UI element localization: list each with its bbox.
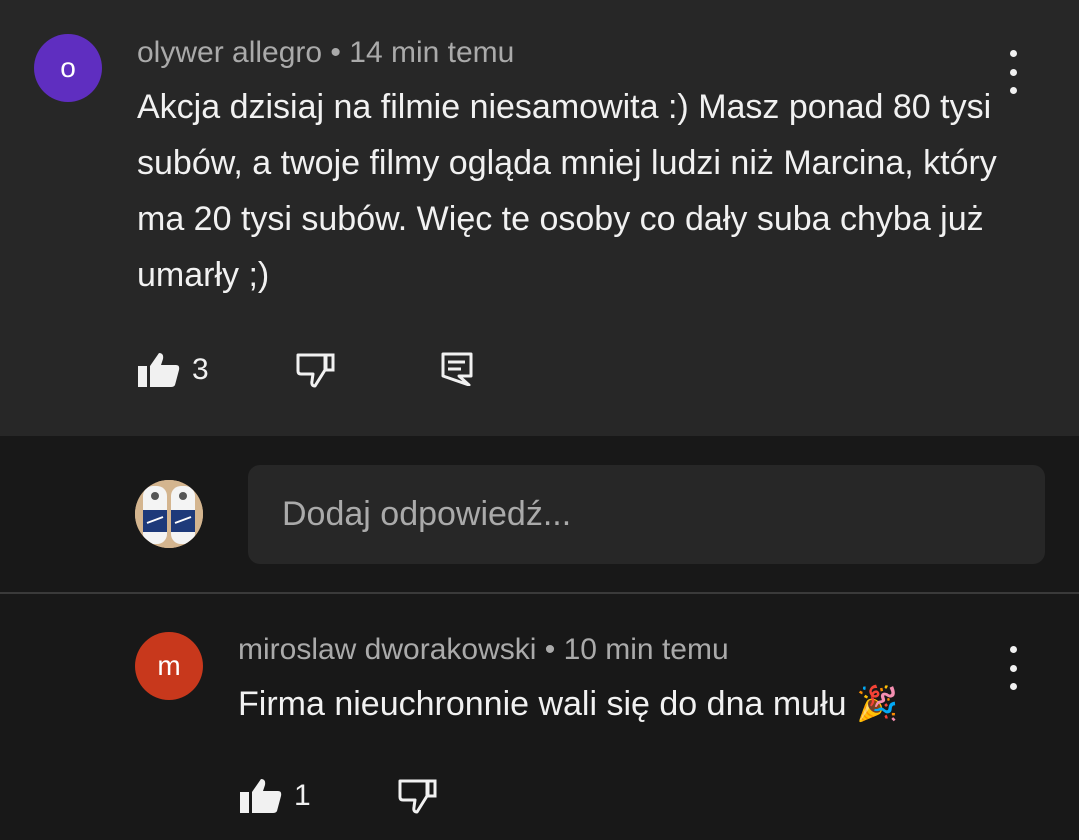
like-count: 3 [192, 353, 209, 386]
more-vertical-icon [1009, 50, 1017, 57]
divider [0, 592, 1079, 594]
comment-text: Firma nieuchronnie wali się do dna mułu … [238, 685, 899, 723]
comment-text: Akcja dzisiaj na filmie niesamowita :) M… [137, 88, 997, 294]
comment-reply-icon[interactable] [441, 352, 473, 386]
comment-card: o olywer allegro • 14 min temu Akcja dzi… [0, 0, 1079, 436]
thumbs-down-icon[interactable] [296, 352, 336, 388]
reply-input[interactable]: Dodaj odpowiedź... [248, 465, 1045, 564]
user-avatar[interactable] [135, 480, 203, 548]
thumbs-up-icon[interactable] [137, 352, 181, 388]
comment-meta: olywer allegro • 14 min temu [137, 36, 515, 69]
comment-meta: miroslaw dworakowski • 10 min temu [238, 633, 729, 666]
avatar[interactable]: m [135, 632, 203, 700]
thumbs-down-icon[interactable] [398, 778, 438, 814]
thumbs-up-icon[interactable] [239, 778, 283, 814]
like-count: 1 [294, 779, 311, 812]
more-vertical-icon [1009, 646, 1017, 653]
slippers-avatar-image [135, 480, 203, 548]
avatar[interactable]: o [34, 34, 102, 102]
